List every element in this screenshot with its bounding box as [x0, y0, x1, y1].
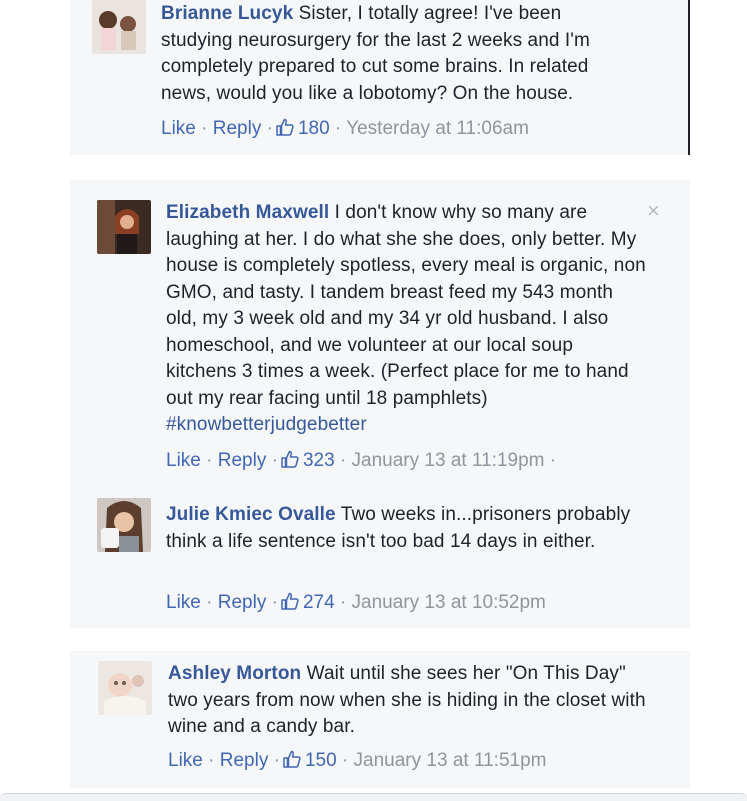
comment-author[interactable]: Julie Kmiec Ovalle	[166, 504, 336, 525]
like-count[interactable]: 180	[298, 118, 330, 139]
comment-author[interactable]: Elizabeth Maxwell	[166, 202, 329, 223]
separator: ·	[206, 450, 213, 471]
hashtag-link[interactable]: #knowbetterjudgebetter	[166, 414, 367, 435]
comment-card: Ashley Morton Wait until she sees her "O…	[70, 651, 690, 788]
separator: ·	[549, 450, 557, 471]
separator: ·	[334, 118, 342, 139]
comment-card: × Elizabeth Maxwell I don't know why so …	[70, 180, 690, 480]
thumbs-up-icon[interactable]	[280, 449, 300, 475]
separator: ·	[339, 450, 347, 471]
comment-author[interactable]: Ashley Morton	[168, 663, 301, 684]
separator: ·	[271, 592, 278, 613]
comment-text: I don't know why so many are laughing at…	[166, 202, 646, 409]
thumbs-up-icon[interactable]	[282, 749, 302, 775]
avatar[interactable]	[98, 661, 152, 715]
comment-actions: Like · Reply · 274 · January 13 at 10:52p…	[166, 591, 546, 617]
separator: ·	[206, 592, 213, 613]
separator: ·	[341, 750, 349, 771]
like-link[interactable]: Like	[166, 450, 201, 471]
thumbs-up-icon[interactable]	[280, 591, 300, 617]
timestamp[interactable]: January 13 at 11:19pm	[352, 450, 545, 471]
separator: ·	[201, 118, 208, 139]
like-link[interactable]: Like	[166, 592, 201, 613]
comment-author[interactable]: Brianne Lucyk	[161, 3, 293, 24]
comment-body: Julie Kmiec Ovalle Two weeks in...prison…	[166, 502, 641, 555]
comment-actions: Like · Reply · 180 · Yesterday at 11:06am	[161, 117, 529, 143]
comment-actions: Like · Reply · 323 · January 13 at 11:19p…	[166, 449, 556, 475]
comment-body: Brianne Lucyk Sister, I totally agree! I…	[161, 1, 631, 107]
like-count[interactable]: 323	[303, 450, 335, 471]
separator: ·	[339, 592, 347, 613]
separator: ·	[266, 118, 273, 139]
timestamp[interactable]: Yesterday at 11:06am	[346, 118, 529, 139]
timestamp[interactable]: January 13 at 10:52pm	[352, 592, 546, 613]
reply-link[interactable]: Reply	[220, 750, 269, 771]
comment-card: Julie Kmiec Ovalle Two weeks in...prison…	[70, 480, 690, 628]
thumbs-up-icon[interactable]	[275, 117, 295, 143]
separator: ·	[271, 450, 278, 471]
comment-body: Ashley Morton Wait until she sees her "O…	[168, 661, 648, 741]
like-count[interactable]: 150	[305, 750, 337, 771]
reply-link[interactable]: Reply	[218, 592, 267, 613]
separator: ·	[208, 750, 215, 771]
avatar[interactable]	[92, 0, 146, 54]
comment-card: Brianne Lucyk Sister, I totally agree! I…	[70, 0, 690, 155]
comment-body: Elizabeth Maxwell I don't know why so ma…	[166, 200, 646, 439]
comment-actions: Like · Reply · 150 · January 13 at 11:51p…	[168, 749, 546, 775]
avatar[interactable]	[97, 200, 151, 254]
reply-link[interactable]: Reply	[218, 450, 267, 471]
like-link[interactable]: Like	[161, 118, 196, 139]
like-link[interactable]: Like	[168, 750, 203, 771]
reply-link[interactable]: Reply	[213, 118, 262, 139]
close-icon[interactable]: ×	[647, 200, 660, 222]
avatar[interactable]	[97, 498, 151, 552]
like-count[interactable]: 274	[303, 592, 335, 613]
separator: ·	[273, 750, 280, 771]
timestamp[interactable]: January 13 at 11:51pm	[354, 750, 547, 771]
